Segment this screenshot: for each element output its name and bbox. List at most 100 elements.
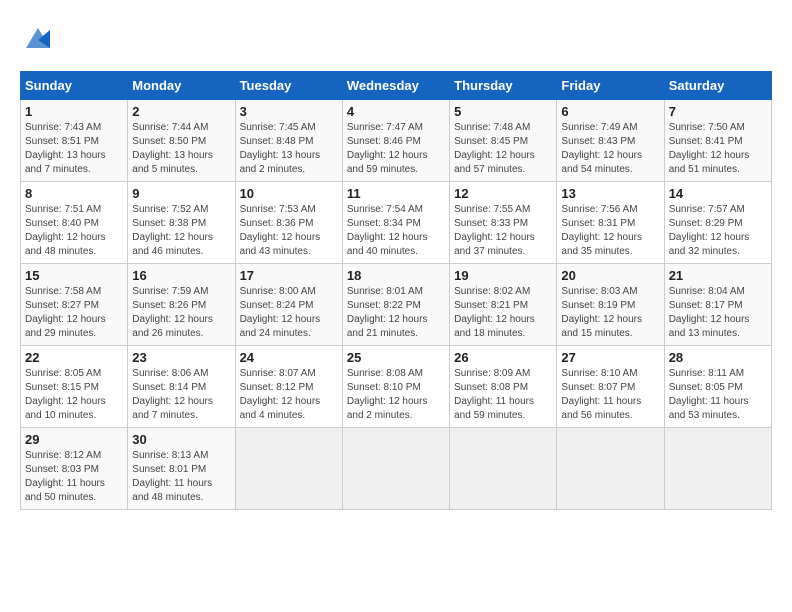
day-detail: Sunrise: 7:48 AMSunset: 8:45 PMDaylight:…: [454, 121, 552, 177]
calendar-week-row: 15 Sunrise: 7:58 AMSunset: 8:27 PMDayligh…: [21, 264, 772, 346]
table-row: 5 Sunrise: 7:48 AMSunset: 8:45 PMDaylight…: [450, 100, 557, 182]
day-number: 28: [669, 350, 767, 365]
table-row: 17 Sunrise: 8:00 AMSunset: 8:24 PMDayligh…: [235, 264, 342, 346]
day-detail: Sunrise: 8:12 AMSunset: 8:03 PMDaylight:…: [25, 449, 123, 505]
table-row: 27Sunrise: 8:10 AMSunset: 8:07 PMDayligh…: [557, 346, 664, 428]
day-detail: Sunrise: 8:04 AMSunset: 8:17 PMDaylight:…: [669, 285, 767, 341]
day-detail: Sunrise: 8:13 AMSunset: 8:01 PMDaylight:…: [132, 449, 230, 505]
day-number: 17: [240, 268, 338, 283]
table-row: 8 Sunrise: 7:51 AMSunset: 8:40 PMDaylight…: [21, 182, 128, 264]
day-detail: Sunrise: 8:02 AMSunset: 8:21 PMDaylight:…: [454, 285, 552, 341]
day-detail: Sunrise: 7:59 AMSunset: 8:26 PMDaylight:…: [132, 285, 230, 341]
day-number: 15: [25, 268, 123, 283]
table-row: 3 Sunrise: 7:45 AMSunset: 8:48 PMDaylight…: [235, 100, 342, 182]
day-number: 9: [132, 186, 230, 201]
day-number: 11: [347, 186, 445, 201]
day-detail: Sunrise: 8:05 AMSunset: 8:15 PMDaylight:…: [25, 367, 123, 423]
col-monday: Monday: [128, 72, 235, 100]
table-row: 23 Sunrise: 8:06 AMSunset: 8:14 PMDayligh…: [128, 346, 235, 428]
logo-icon: [20, 20, 56, 61]
day-number: 21: [669, 268, 767, 283]
day-number: 14: [669, 186, 767, 201]
table-row: 16 Sunrise: 7:59 AMSunset: 8:26 PMDayligh…: [128, 264, 235, 346]
day-number: 7: [669, 104, 767, 119]
day-number: 19: [454, 268, 552, 283]
day-detail: Sunrise: 7:50 AMSunset: 8:41 PMDaylight:…: [669, 121, 767, 177]
day-number: 24: [240, 350, 338, 365]
table-row: [450, 428, 557, 510]
col-tuesday: Tuesday: [235, 72, 342, 100]
table-row: 2Sunrise: 7:44 AMSunset: 8:50 PMDaylight…: [128, 100, 235, 182]
calendar-header-row: Sunday Monday Tuesday Wednesday Thursday…: [21, 72, 772, 100]
calendar-week-row: 8 Sunrise: 7:51 AMSunset: 8:40 PMDaylight…: [21, 182, 772, 264]
col-wednesday: Wednesday: [342, 72, 449, 100]
col-sunday: Sunday: [21, 72, 128, 100]
day-number: 3: [240, 104, 338, 119]
day-number: 29: [25, 432, 123, 447]
table-row: 12 Sunrise: 7:55 AMSunset: 8:33 PMDayligh…: [450, 182, 557, 264]
table-row: 22 Sunrise: 8:05 AMSunset: 8:15 PMDayligh…: [21, 346, 128, 428]
calendar-table: Sunday Monday Tuesday Wednesday Thursday…: [20, 71, 772, 510]
table-row: 6Sunrise: 7:49 AMSunset: 8:43 PMDaylight…: [557, 100, 664, 182]
day-detail: Sunrise: 7:51 AMSunset: 8:40 PMDaylight:…: [25, 203, 123, 259]
table-row: 10 Sunrise: 7:53 AMSunset: 8:36 PMDayligh…: [235, 182, 342, 264]
col-saturday: Saturday: [664, 72, 771, 100]
day-number: 4: [347, 104, 445, 119]
table-row: 30 Sunrise: 8:13 AMSunset: 8:01 PMDayligh…: [128, 428, 235, 510]
day-number: 26: [454, 350, 552, 365]
table-row: [664, 428, 771, 510]
day-detail: Sunrise: 8:10 AMSunset: 8:07 PMDaylight:…: [561, 367, 659, 423]
table-row: 1Sunrise: 7:43 AMSunset: 8:51 PMDaylight…: [21, 100, 128, 182]
col-friday: Friday: [557, 72, 664, 100]
day-detail: Sunrise: 7:56 AMSunset: 8:31 PMDaylight:…: [561, 203, 659, 259]
table-row: 26 Sunrise: 8:09 AMSunset: 8:08 PMDayligh…: [450, 346, 557, 428]
table-row: 24 Sunrise: 8:07 AMSunset: 8:12 PMDayligh…: [235, 346, 342, 428]
day-detail: Sunrise: 8:03 AMSunset: 8:19 PMDaylight:…: [561, 285, 659, 341]
day-detail: Sunrise: 7:53 AMSunset: 8:36 PMDaylight:…: [240, 203, 338, 259]
table-row: 18Sunrise: 8:01 AMSunset: 8:22 PMDayligh…: [342, 264, 449, 346]
day-number: 23: [132, 350, 230, 365]
table-row: [557, 428, 664, 510]
day-detail: Sunrise: 8:06 AMSunset: 8:14 PMDaylight:…: [132, 367, 230, 423]
day-number: 10: [240, 186, 338, 201]
day-detail: Sunrise: 7:44 AMSunset: 8:50 PMDaylight:…: [132, 121, 230, 177]
day-detail: Sunrise: 8:07 AMSunset: 8:12 PMDaylight:…: [240, 367, 338, 423]
calendar-week-row: 29 Sunrise: 8:12 AMSunset: 8:03 PMDayligh…: [21, 428, 772, 510]
table-row: 21 Sunrise: 8:04 AMSunset: 8:17 PMDayligh…: [664, 264, 771, 346]
table-row: 25 Sunrise: 8:08 AMSunset: 8:10 PMDayligh…: [342, 346, 449, 428]
header: [20, 20, 772, 61]
table-row: 14Sunrise: 7:57 AMSunset: 8:29 PMDayligh…: [664, 182, 771, 264]
day-detail: Sunrise: 7:49 AMSunset: 8:43 PMDaylight:…: [561, 121, 659, 177]
day-number: 5: [454, 104, 552, 119]
logo: [20, 20, 60, 61]
day-detail: Sunrise: 7:52 AMSunset: 8:38 PMDaylight:…: [132, 203, 230, 259]
day-number: 25: [347, 350, 445, 365]
table-row: 20 Sunrise: 8:03 AMSunset: 8:19 PMDayligh…: [557, 264, 664, 346]
day-number: 8: [25, 186, 123, 201]
day-detail: Sunrise: 8:09 AMSunset: 8:08 PMDaylight:…: [454, 367, 552, 423]
table-row: 13Sunrise: 7:56 AMSunset: 8:31 PMDayligh…: [557, 182, 664, 264]
col-thursday: Thursday: [450, 72, 557, 100]
day-detail: Sunrise: 8:11 AMSunset: 8:05 PMDaylight:…: [669, 367, 767, 423]
day-detail: Sunrise: 7:58 AMSunset: 8:27 PMDaylight:…: [25, 285, 123, 341]
day-number: 22: [25, 350, 123, 365]
day-number: 12: [454, 186, 552, 201]
table-row: 4 Sunrise: 7:47 AMSunset: 8:46 PMDaylight…: [342, 100, 449, 182]
calendar-week-row: 1Sunrise: 7:43 AMSunset: 8:51 PMDaylight…: [21, 100, 772, 182]
calendar-week-row: 22 Sunrise: 8:05 AMSunset: 8:15 PMDayligh…: [21, 346, 772, 428]
page-container: Sunday Monday Tuesday Wednesday Thursday…: [20, 20, 772, 510]
table-row: 7 Sunrise: 7:50 AMSunset: 8:41 PMDaylight…: [664, 100, 771, 182]
table-row: 19 Sunrise: 8:02 AMSunset: 8:21 PMDayligh…: [450, 264, 557, 346]
table-row: 29 Sunrise: 8:12 AMSunset: 8:03 PMDayligh…: [21, 428, 128, 510]
day-detail: Sunrise: 8:00 AMSunset: 8:24 PMDaylight:…: [240, 285, 338, 341]
day-number: 30: [132, 432, 230, 447]
day-number: 16: [132, 268, 230, 283]
day-number: 20: [561, 268, 659, 283]
day-detail: Sunrise: 7:47 AMSunset: 8:46 PMDaylight:…: [347, 121, 445, 177]
table-row: 15 Sunrise: 7:58 AMSunset: 8:27 PMDayligh…: [21, 264, 128, 346]
table-row: 9 Sunrise: 7:52 AMSunset: 8:38 PMDaylight…: [128, 182, 235, 264]
table-row: 28 Sunrise: 8:11 AMSunset: 8:05 PMDayligh…: [664, 346, 771, 428]
day-detail: Sunrise: 7:55 AMSunset: 8:33 PMDaylight:…: [454, 203, 552, 259]
day-detail: Sunrise: 7:45 AMSunset: 8:48 PMDaylight:…: [240, 121, 338, 177]
day-detail: Sunrise: 8:08 AMSunset: 8:10 PMDaylight:…: [347, 367, 445, 423]
